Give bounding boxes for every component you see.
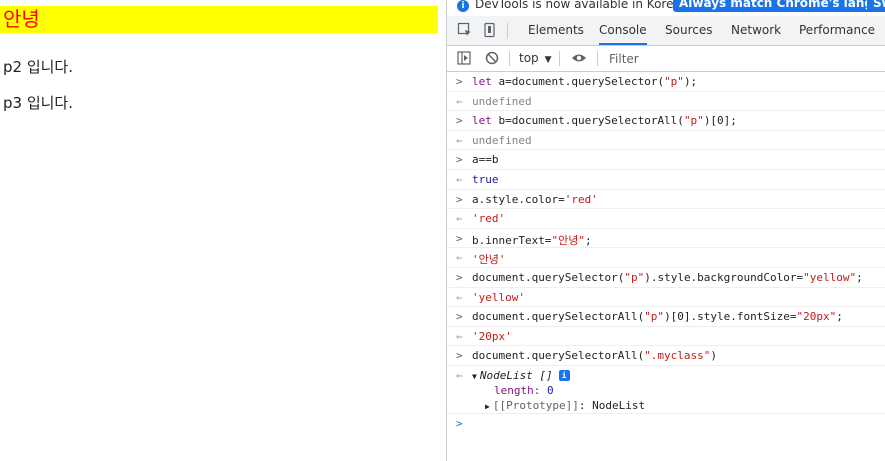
console-line-text: 'yellow' <box>472 290 525 304</box>
console-line-text: a.style.color='red' <box>472 192 598 206</box>
console-result-line: ← 'yellow' <box>447 288 885 308</box>
toolbar-divider <box>597 51 598 66</box>
nodelist-prototype[interactable]: ▶ [[Prototype]]: NodeList <box>485 399 645 412</box>
web-page-viewport: 안녕 p2 입니다. p3 입니다. <box>0 0 446 461</box>
devtools-panel: i DevTools is now available in Korean! A… <box>446 0 885 461</box>
devtools-tab-bar: Elements Console Sources Network Perform… <box>447 16 885 46</box>
console-line-text: true <box>472 172 499 186</box>
result-arrow-icon: ← <box>456 290 463 304</box>
tab-sources[interactable]: Sources <box>665 16 712 45</box>
console-input-line: > document.querySelectorAll(".myclass") <box>447 346 885 366</box>
language-infobar: i DevTools is now available in Korean! A… <box>447 0 885 14</box>
console-input-line: > b.innerText="안녕"; <box>447 229 885 249</box>
console-input-line: > document.querySelectorAll("p")[0].style… <box>447 307 885 327</box>
info-badge-icon: i <box>558 369 570 381</box>
console-line-text: document.querySelector("p").style.backgr… <box>472 270 863 284</box>
info-icon: i <box>457 0 469 12</box>
console-line-text: 'red' <box>472 212 506 226</box>
result-arrow-icon: ← <box>456 133 463 147</box>
console-line-text: let a=document.querySelector("p"); <box>472 75 698 88</box>
result-arrow-icon: ← <box>456 212 463 226</box>
live-expression-eye-icon[interactable] <box>571 51 586 65</box>
console-input-line: > document.querySelector("p").style.backg… <box>447 268 885 288</box>
expand-triangle-icon[interactable]: ▼ <box>472 372 477 381</box>
nodelist-length: length: 0 <box>494 383 554 397</box>
tab-network[interactable]: Network <box>731 16 781 45</box>
console-result-line: ← undefined <box>447 92 885 112</box>
always-match-language-button[interactable]: Always match Chrome's language <box>673 0 885 12</box>
sidebar-toggle-icon[interactable] <box>457 51 471 65</box>
input-chevron-icon: > <box>456 231 463 245</box>
collapse-triangle-icon[interactable]: ▶ <box>485 402 490 411</box>
console-line-text: b.innerText="안녕"; <box>472 233 592 247</box>
console-prompt-icon[interactable]: > <box>456 417 885 430</box>
input-chevron-icon: > <box>456 114 463 128</box>
console-input-line: > a==b <box>447 150 885 170</box>
console-toolbar: top ▼ <box>447 46 885 72</box>
console-line-text: document.querySelectorAll(".myclass") <box>472 349 718 363</box>
console-line-text: a==b <box>472 153 499 167</box>
console-line-text: '안녕' <box>472 253 506 267</box>
device-toolbar-icon[interactable] <box>482 22 498 38</box>
console-line-text: undefined <box>472 133 532 147</box>
console-input-line: > let b=document.querySelectorAll("p")[0]… <box>447 111 885 131</box>
console-result-line: ← undefined <box>447 131 885 151</box>
paragraph-p1: 안녕 <box>0 6 438 33</box>
result-arrow-icon: ← <box>456 172 463 186</box>
console-result-line: ← 'red' <box>447 209 885 229</box>
input-chevron-icon: > <box>456 310 463 324</box>
input-chevron-icon: > <box>456 75 463 88</box>
input-chevron-icon: > <box>456 192 463 206</box>
paragraph-p2: p2 입니다. <box>3 58 74 76</box>
console-input-line: > let a=document.querySelector("p"); <box>447 72 885 92</box>
result-arrow-icon: ← <box>456 251 463 265</box>
clear-console-icon[interactable] <box>485 51 499 65</box>
result-arrow-icon: ← <box>456 329 463 343</box>
result-arrow-icon: ← <box>456 94 463 108</box>
console-line-text: document.querySelectorAll("p")[0].style.… <box>472 310 843 324</box>
input-chevron-icon: > <box>456 349 463 363</box>
console-filter-input[interactable] <box>603 48 885 69</box>
switch-language-button[interactable]: Sw <box>867 0 885 12</box>
infobar-message: DevTools is now available in Korean! <box>475 0 694 11</box>
inspect-element-icon[interactable] <box>457 22 473 38</box>
nodelist-summary[interactable]: ▼ NodeList [] i <box>472 369 570 382</box>
console-input-line: > a.style.color='red' <box>447 190 885 210</box>
result-arrow-icon: ← <box>456 368 463 382</box>
paragraph-p3: p3 입니다. <box>3 94 74 112</box>
console-output: > let a=document.querySelector("p"); ← unde… <box>447 72 885 461</box>
tab-elements[interactable]: Elements <box>528 16 584 45</box>
input-chevron-icon: > <box>456 270 463 284</box>
nodelist-result[interactable]: ← ▼ NodeList [] i length: 0 ▶ [[Prototype]]: N… <box>447 366 885 414</box>
tab-performance[interactable]: Performance <box>799 16 875 45</box>
context-selector[interactable]: top ▼ <box>519 51 552 65</box>
console-line-text: let b=document.querySelectorAll("p")[0]; <box>472 114 737 128</box>
caret-down-icon: ▼ <box>544 55 552 65</box>
tab-console[interactable]: Console <box>599 16 647 45</box>
tab-divider <box>507 23 508 39</box>
console-result-line: ← '20px' <box>447 327 885 347</box>
console-line-text: undefined <box>472 94 532 108</box>
toolbar-divider <box>559 51 560 66</box>
console-line-text: '20px' <box>472 329 512 343</box>
console-result-line: ← '안녕' <box>447 248 885 268</box>
toolbar-divider <box>509 51 510 66</box>
input-chevron-icon: > <box>456 153 463 167</box>
console-result-line: ← true <box>447 170 885 190</box>
